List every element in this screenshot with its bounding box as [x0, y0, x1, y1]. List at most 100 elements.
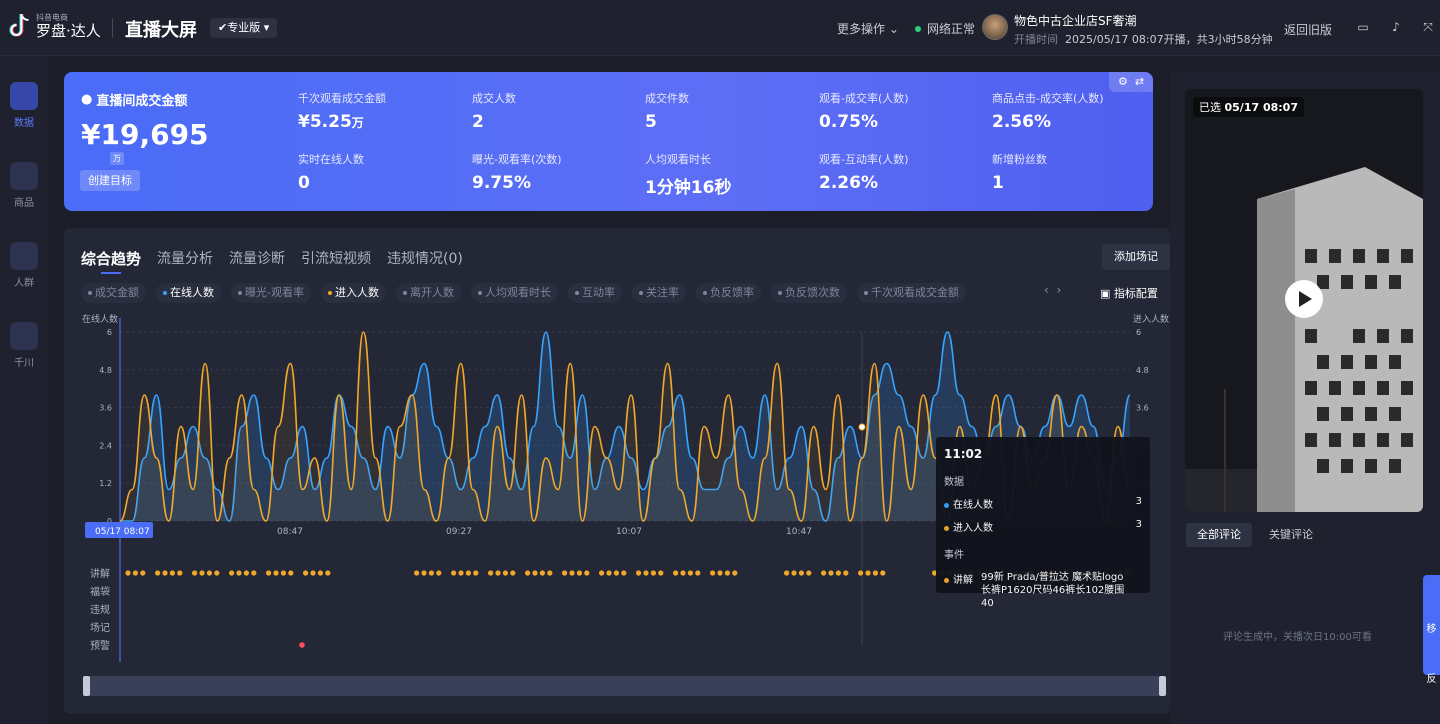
- event-dot: [140, 570, 146, 576]
- event-dot: [458, 570, 464, 576]
- live-video-player[interactable]: 已选 05/17 08:07: [1185, 89, 1423, 512]
- hover-point: [858, 423, 866, 431]
- tooltip-data-title: 数据: [944, 477, 964, 488]
- event-dot: [613, 570, 620, 576]
- event-dot: [251, 570, 257, 576]
- event-dot: [547, 570, 553, 576]
- x-tick-label: 05/17 08:07: [95, 527, 150, 537]
- event-dot: [584, 570, 590, 576]
- event-dot: [732, 570, 738, 576]
- event-dot: [828, 570, 834, 576]
- event-dot: [687, 570, 694, 576]
- event-dot: [835, 570, 842, 576]
- monitor-icon[interactable]: ▭: [1356, 20, 1370, 34]
- comment-tabs: 全部评论 关键评论: [1186, 523, 1324, 547]
- event-dot: [865, 570, 871, 576]
- y-tick-label-right: 6: [1136, 328, 1141, 337]
- trend-chart[interactable]: 在线人数进入人数001.21.22.42.43.63.64.84.86605/1…: [0, 0, 1170, 724]
- event-dot: [717, 570, 723, 576]
- y-tick-label: 4.8: [99, 366, 112, 375]
- event-dot: [791, 570, 797, 576]
- event-dot: [532, 570, 538, 576]
- y-tick-label: 1.2: [99, 479, 112, 488]
- y-tick-label: 2.4: [99, 441, 112, 450]
- float-top-label: 移: [1426, 624, 1437, 635]
- event-dot: [495, 570, 501, 576]
- event-dot: [872, 570, 879, 576]
- tab-all-comments[interactable]: 全部评论: [1186, 523, 1252, 547]
- blue-dot-icon: [944, 502, 949, 508]
- event-dot: [680, 570, 686, 576]
- tooltip-row-label: 在线人数: [953, 500, 993, 511]
- event-dot: [206, 570, 212, 576]
- tooltip-row-value: 3: [1135, 519, 1142, 530]
- event-dot: [280, 570, 286, 576]
- tab-key-comments[interactable]: 关键评论: [1258, 523, 1324, 547]
- yellow-dot-icon: [944, 525, 949, 531]
- y-tick-label-right: 4.8: [1136, 366, 1149, 375]
- chart-tooltip: 11:02 数据 在线人数 3 进入人数 3 事件 讲解 99新 Prada/普拉达 …: [936, 437, 1150, 609]
- event-dot: [658, 570, 664, 576]
- event-dot: [310, 570, 316, 576]
- tooltip-event-title: 事件: [944, 550, 964, 561]
- event-dot: [673, 570, 679, 576]
- event-dot: [229, 570, 235, 576]
- back-to-old-button[interactable]: 返回旧版: [1284, 21, 1332, 38]
- event-dot: [473, 570, 479, 576]
- event-dot: [465, 570, 471, 576]
- event-dot: [821, 570, 827, 576]
- event-dot: [192, 570, 198, 576]
- tooltip-event-desc: 99新 Prada/普拉达 魔术贴logo长裤P1620尺码46裤长102腰围4…: [981, 572, 1125, 609]
- event-dot: [317, 570, 323, 576]
- event-dot: [621, 570, 627, 576]
- event-dot: [502, 570, 508, 576]
- event-dot: [414, 570, 420, 576]
- floating-toolbar[interactable]: 移反: [1423, 575, 1440, 685]
- left-axis-label: 在线人数: [82, 313, 118, 325]
- event-dot: [451, 570, 457, 576]
- event-dot: [798, 570, 805, 576]
- event-dot: [325, 570, 331, 576]
- event-row-label: 福袋: [90, 585, 110, 598]
- event-dot: [858, 570, 864, 576]
- event-dot: [243, 570, 249, 576]
- event-dot: [525, 570, 531, 576]
- range-slider: [84, 676, 1166, 696]
- event-dot: [539, 570, 546, 576]
- event-dot: [236, 570, 242, 576]
- event-dot: [303, 570, 309, 576]
- range-handle-right: [1159, 676, 1166, 696]
- event-dot: [650, 570, 657, 576]
- event-row-label: 讲解: [90, 567, 110, 580]
- event-dot: [177, 570, 183, 576]
- tooltip-event-type: 讲解: [953, 575, 973, 586]
- tooltip-row-label: 进入人数: [953, 523, 993, 534]
- bell-icon[interactable]: ♪: [1389, 20, 1403, 34]
- event-dot: [636, 570, 642, 576]
- event-dot: [880, 570, 886, 576]
- event-dot: [169, 570, 175, 576]
- video-badge: 已选 05/17 08:07: [1193, 97, 1304, 117]
- event-dot: [806, 570, 812, 576]
- tooltip-row: 在线人数 3: [944, 496, 1142, 511]
- event-dot: [599, 570, 605, 576]
- y-tick-label-right: 3.6: [1136, 404, 1149, 413]
- video-badge-time: 05/17 08:07: [1224, 101, 1298, 114]
- tooltip-row: 进入人数 3: [944, 519, 1142, 534]
- right-axis-label: 进入人数: [1133, 313, 1169, 325]
- event-dot: [162, 570, 168, 576]
- x-tick-label: 08:47: [277, 527, 303, 537]
- event-dot: [155, 570, 161, 576]
- tooltip-event: 讲解 99新 Prada/普拉达 魔术贴logo长裤P1620尺码46裤长102腰…: [944, 571, 1142, 610]
- play-icon[interactable]: [1285, 280, 1323, 318]
- tooltip-row-value: 3: [1135, 496, 1142, 507]
- warning-dot: [299, 642, 305, 648]
- event-dot: [132, 570, 138, 576]
- range-handle-left: [83, 676, 90, 696]
- y-tick-label: 6: [107, 328, 112, 337]
- event-dot: [724, 570, 731, 576]
- yellow-dot-icon: [944, 578, 949, 583]
- event-dot: [421, 570, 427, 576]
- fullscreen-icon[interactable]: ⤧: [1421, 20, 1435, 34]
- event-row-label: 场记: [90, 621, 110, 634]
